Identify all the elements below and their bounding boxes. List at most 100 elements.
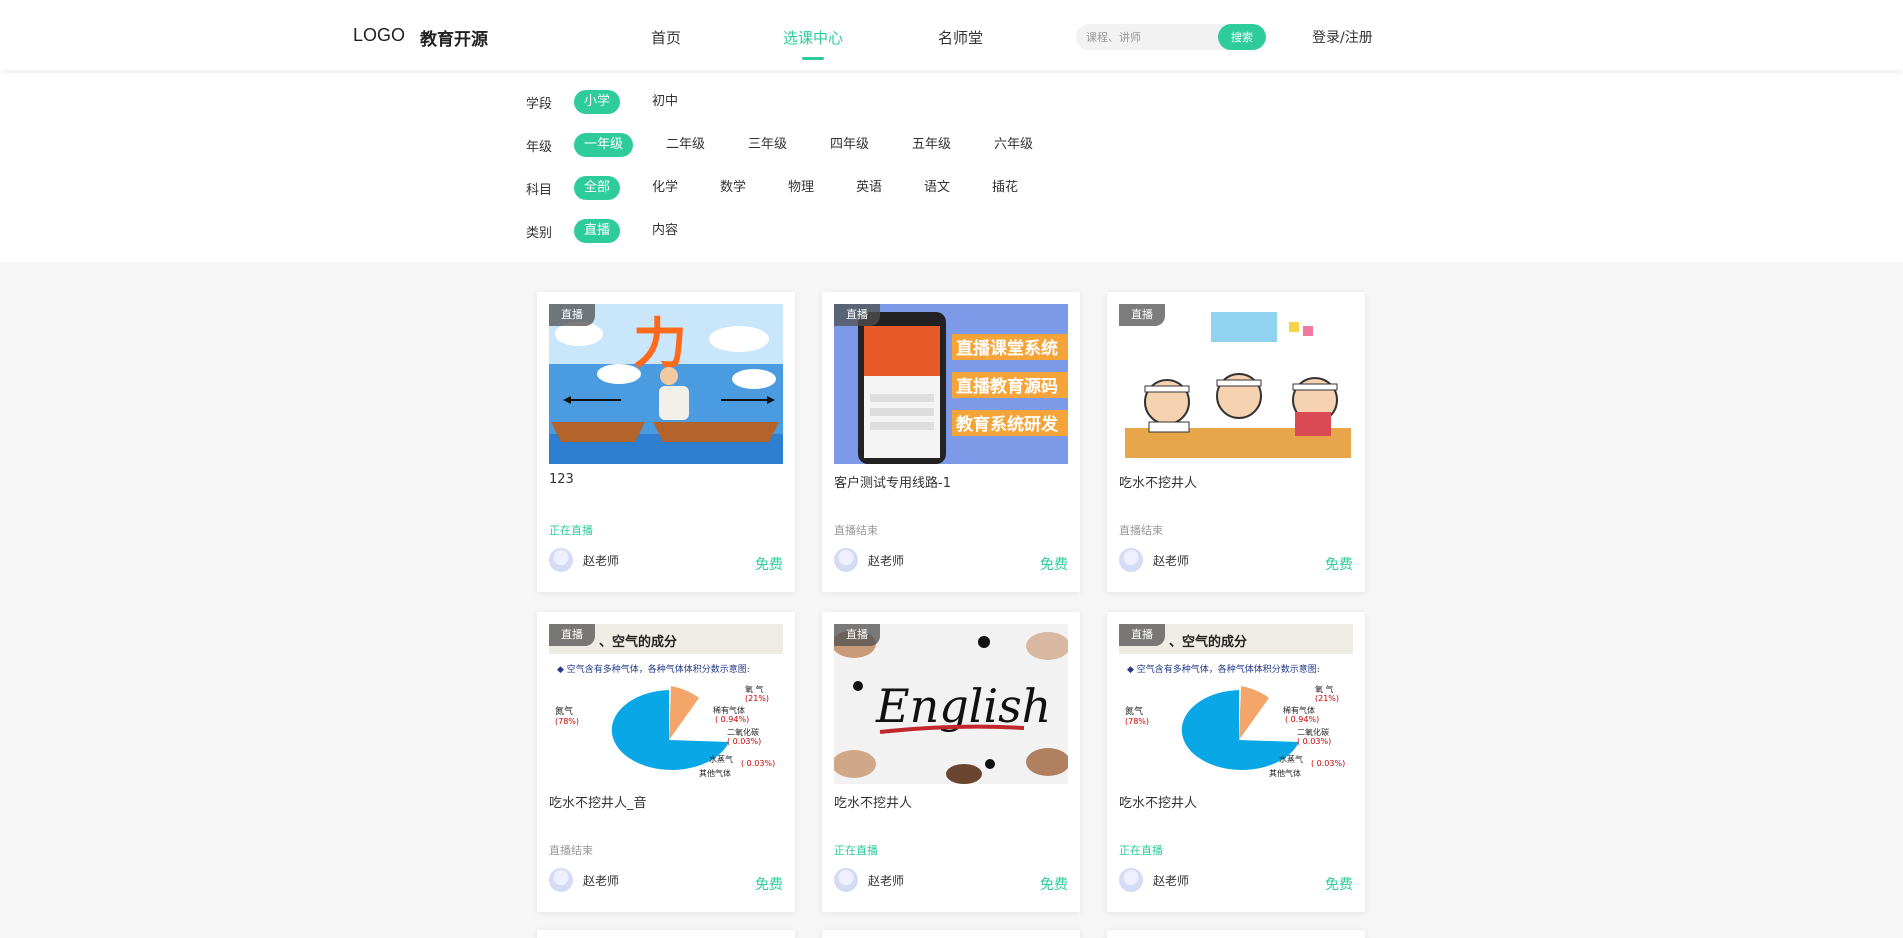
login-register-link[interactable]: 登录/注册 <box>1312 27 1373 47</box>
svg-text:稀有气体: 稀有气体 <box>1283 705 1315 715</box>
avatar <box>549 548 573 572</box>
chip-grade-5[interactable]: 五年级 <box>902 133 961 157</box>
course-status: 正在直播 <box>549 524 593 537</box>
svg-text:氮气: 氮气 <box>1125 705 1143 717</box>
svg-text:( 0.03%): ( 0.03%) <box>1311 759 1345 768</box>
live-tag: 直播 <box>834 624 880 646</box>
top-header: LOGO 教育开源 首页 选课中心 名师堂 搜索 登录/注册 <box>0 0 1903 70</box>
nav-course-center[interactable]: 选课中心 <box>783 27 843 48</box>
chip-grade-1[interactable]: 一年级 <box>574 133 634 157</box>
svg-text:( 0.94%): ( 0.94%) <box>715 715 749 724</box>
filter-label-type: 类别 <box>526 226 553 241</box>
course-title[interactable]: 123 <box>549 472 574 487</box>
chip-grade-2[interactable]: 二年级 <box>656 133 715 157</box>
avatar <box>1119 548 1143 572</box>
svg-text:( 0.94%): ( 0.94%) <box>1285 715 1319 724</box>
chip-grade-3[interactable]: 三年级 <box>738 133 797 157</box>
svg-text:水蒸气: 水蒸气 <box>709 754 733 764</box>
promo-line-1: 直播课堂系统 <box>956 338 1058 359</box>
logo[interactable]: LOGO <box>353 25 405 46</box>
chip-grade-6[interactable]: 六年级 <box>984 133 1043 157</box>
boats-force-icon[interactable]: 力 直播 <box>549 304 783 464</box>
promo-line-3: 教育系统研发 <box>955 414 1059 435</box>
svg-text:( 0.03%): ( 0.03%) <box>727 737 761 746</box>
search-input[interactable] <box>1076 24 1218 50</box>
svg-text:( 0.03%): ( 0.03%) <box>1297 737 1331 746</box>
avatar <box>549 868 573 892</box>
svg-text:水蒸气: 水蒸气 <box>1279 754 1303 764</box>
chip-subject-all[interactable]: 全部 <box>574 176 621 200</box>
chip-subject-math[interactable]: 数学 <box>710 176 756 200</box>
teacher-name: 赵老师 <box>583 554 620 568</box>
avatar <box>1119 868 1143 892</box>
chip-grade-4[interactable]: 四年级 <box>820 133 879 157</box>
svg-text:二氧化碳: 二氧化碳 <box>727 727 759 737</box>
course-title[interactable]: 吃水不挖井人 <box>1119 792 1197 811</box>
svg-text:氧 气: 氧 气 <box>1315 684 1334 694</box>
brand-name[interactable]: 教育开源 <box>420 25 488 50</box>
filter-panel: 学段 小学 初中 年级 一年级 二年级 三年级 四年级 五年级 六年级 科目 全… <box>0 70 1903 262</box>
svg-text:其他气体: 其他气体 <box>699 768 731 778</box>
kids-studying-icon[interactable]: 直播 <box>1119 304 1353 464</box>
course-price: 免费 <box>1040 557 1068 573</box>
chip-stage-junior[interactable]: 初中 <box>642 90 688 114</box>
chip-subject-flowers[interactable]: 插花 <box>982 176 1028 200</box>
air-pie-chart-icon[interactable]: 、空气的成分 ◆ 空气含有多种气体，各种气体体积分数示意图: 氮气 (78%) … <box>1119 624 1353 784</box>
phone-promo-icon[interactable]: 直播课堂系统 直播教育源码 教育系统研发 直播 <box>834 304 1068 464</box>
course-card-partial[interactable] <box>537 930 795 938</box>
teacher-name: 赵老师 <box>868 874 905 888</box>
svg-text:(78%): (78%) <box>1125 717 1149 726</box>
teacher-name: 赵老师 <box>1153 554 1190 568</box>
course-card[interactable]: 力 直播 123 正在直播 赵老师 免费 <box>537 292 795 592</box>
nav-famous-teachers[interactable]: 名师堂 <box>938 27 983 48</box>
svg-text:其他气体: 其他气体 <box>1269 768 1301 778</box>
avatar <box>834 548 858 572</box>
live-tag: 直播 <box>549 624 595 646</box>
course-title[interactable]: 客户测试专用线路-1 <box>834 472 951 491</box>
course-card-partial[interactable] <box>1107 930 1365 938</box>
svg-text:二氧化碳: 二氧化碳 <box>1297 727 1329 737</box>
slide-heading: 、空气的成分 <box>599 634 677 650</box>
course-price: 免费 <box>1040 877 1068 893</box>
teacher-name: 赵老师 <box>583 874 620 888</box>
search-box: 搜索 <box>1076 24 1266 50</box>
course-title[interactable]: 吃水不挖井人 <box>1119 472 1197 491</box>
search-button[interactable]: 搜索 <box>1218 24 1266 50</box>
chip-type-content[interactable]: 内容 <box>642 219 688 243</box>
filter-label-stage: 学段 <box>526 97 553 112</box>
course-price: 免费 <box>1325 557 1353 573</box>
course-card[interactable]: 、空气的成分 ◆ 空气含有多种气体，各种气体体积分数示意图: 氮气 (78%) … <box>1107 612 1365 912</box>
course-card[interactable]: 直播课堂系统 直播教育源码 教育系统研发 直播 客户测试专用线路-1 直播结束 … <box>822 292 1080 592</box>
live-tag: 直播 <box>834 304 880 326</box>
course-card[interactable]: English 直播 吃水不挖井人 正在直播 赵老师 免费 <box>822 612 1080 912</box>
nav-active-indicator <box>802 57 824 60</box>
svg-text:( 0.03%): ( 0.03%) <box>741 759 775 768</box>
course-card-partial[interactable] <box>822 930 1080 938</box>
chip-subject-english[interactable]: 英语 <box>846 176 892 200</box>
air-pie-chart-icon[interactable]: 、空气的成分 ◆ 空气含有多种气体，各种气体体积分数示意图: 氮气 (78%) … <box>549 624 783 784</box>
course-title[interactable]: 吃水不挖井人 <box>834 792 912 811</box>
course-status: 正在直播 <box>834 844 878 857</box>
course-price: 免费 <box>755 877 783 893</box>
course-title[interactable]: 吃水不挖井人_音 <box>549 792 647 811</box>
course-price: 免费 <box>1325 877 1353 893</box>
chip-subject-physics[interactable]: 物理 <box>778 176 824 200</box>
english-lettering-icon[interactable]: English 直播 <box>834 624 1068 784</box>
live-tag: 直播 <box>1119 624 1165 646</box>
chip-subject-chinese[interactable]: 语文 <box>914 176 960 200</box>
nav-home[interactable]: 首页 <box>651 27 681 48</box>
live-tag: 直播 <box>1119 304 1165 326</box>
live-tag: 直播 <box>549 304 595 326</box>
avatar <box>834 868 858 892</box>
chip-type-live[interactable]: 直播 <box>574 219 621 243</box>
course-status: 直播结束 <box>834 524 878 537</box>
chip-stage-primary[interactable]: 小学 <box>574 90 621 114</box>
chip-subject-chemistry[interactable]: 化学 <box>642 176 688 200</box>
teacher-name: 赵老师 <box>1153 874 1190 888</box>
course-card[interactable]: 直播 吃水不挖井人 直播结束 赵老师 免费 <box>1107 292 1365 592</box>
course-card[interactable]: 、空气的成分 ◆ 空气含有多种气体，各种气体体积分数示意图: 氮气 (78%) … <box>537 612 795 912</box>
course-price: 免费 <box>755 557 783 573</box>
slide-heading: 、空气的成分 <box>1169 634 1247 650</box>
course-status: 直播结束 <box>1119 524 1163 537</box>
filter-label-subject: 科目 <box>526 183 553 198</box>
